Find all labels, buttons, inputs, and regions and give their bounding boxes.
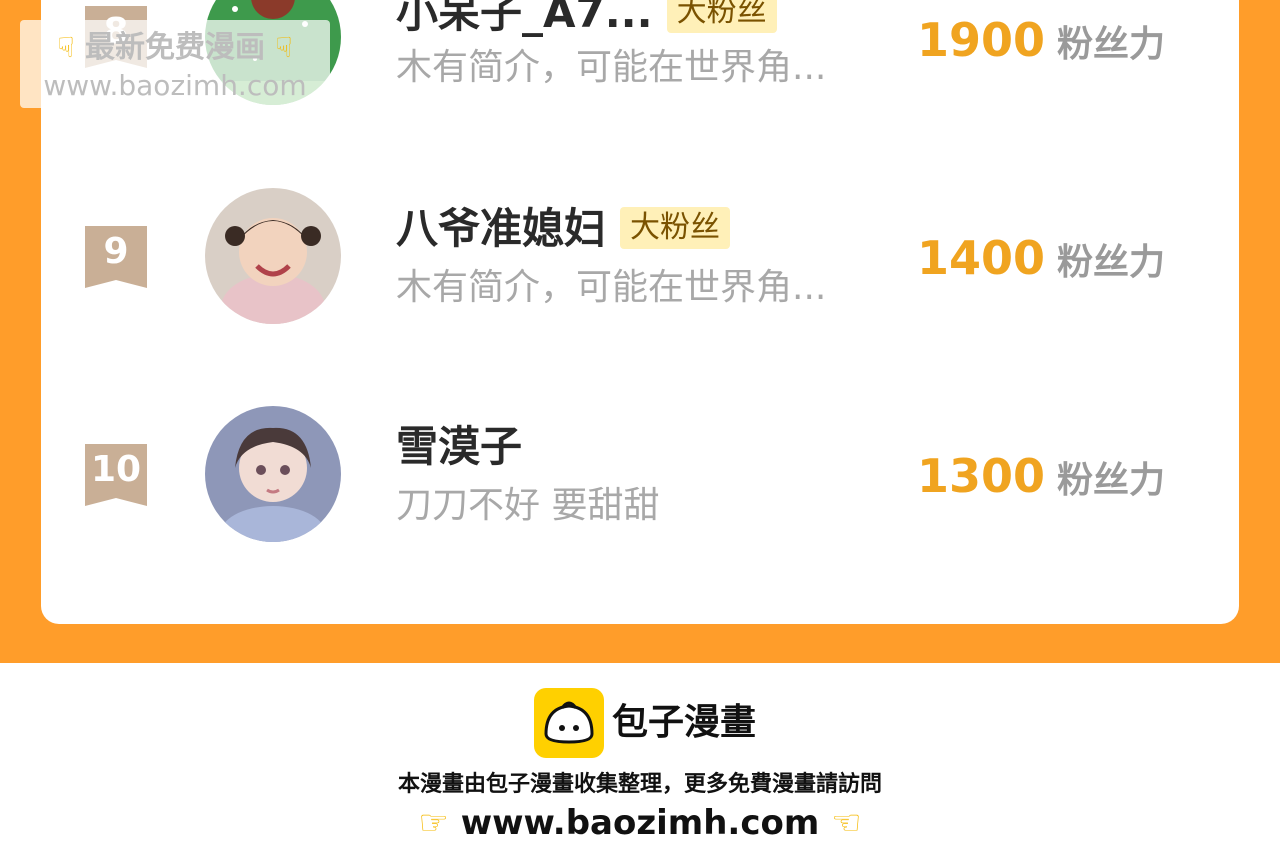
footer-text: 本漫畫由包子漫畫收集整理，更多免費漫畫請訪問 — [397, 772, 882, 797]
watermark-line2: www.baozimh.com — [43, 69, 307, 102]
fan-row[interactable]: 10 雪漠子 刀刀不好 要甜甜 1300 粉丝力 — [41, 400, 1239, 550]
power-unit: 粉丝力 — [1057, 242, 1166, 283]
fan-name-text: 小呆子_A7... — [396, 0, 653, 37]
footer-link[interactable]: ☞ www.baozimh.com ☜ — [0, 800, 1280, 846]
fan-name: 八爷准媳妇 大粉丝 — [396, 204, 731, 254]
power-unit: 粉丝力 — [1057, 24, 1166, 65]
pointing-hand-icon: ☟ — [57, 31, 75, 64]
power-value: 1400 — [917, 231, 1046, 285]
fan-bio: 刀刀不好 要甜甜 — [396, 485, 660, 526]
fan-badge: 大粉丝 — [620, 206, 731, 249]
fan-row[interactable]: 9 八爷准媳妇 大粉丝 木有简介，可能在世界角... 1400 粉丝力 — [41, 182, 1239, 332]
rank-number: 10 — [90, 449, 142, 490]
fan-bio: 木有简介，可能在世界角... — [396, 267, 827, 308]
fan-name: 小呆子_A7... 大粉丝 — [396, 0, 777, 38]
fan-badge: 大粉丝 — [666, 0, 777, 33]
child-photo-avatar-icon — [205, 188, 341, 324]
footer-url[interactable]: www.baozimh.com — [461, 803, 820, 843]
watermark: ☟ 最新免费漫画 ☟ www.baozimh.com — [20, 20, 330, 108]
rank-ribbon: 9 — [85, 226, 147, 288]
brand-name: 包子漫畫 — [612, 702, 757, 743]
fan-name: 雪漠子 — [396, 422, 522, 472]
fan-power: 1900 粉丝力 — [917, 12, 1165, 79]
fan-name-text: 八爷准媳妇 — [396, 204, 607, 253]
fan-name-text: 雪漠子 — [396, 422, 523, 471]
pointing-hand-icon: ☜ — [831, 803, 862, 843]
avatar[interactable] — [205, 406, 341, 542]
avatar[interactable] — [205, 188, 341, 324]
rank-number: 9 — [103, 231, 129, 272]
power-unit: 粉丝力 — [1057, 460, 1166, 501]
power-value: 1300 — [917, 449, 1046, 503]
fan-bio: 木有简介，可能在世界角... — [396, 47, 827, 88]
rank-ribbon: 10 — [85, 444, 147, 506]
pointing-hand-icon: ☞ — [418, 803, 449, 843]
pointing-hand-icon: ☟ — [275, 31, 293, 64]
fan-power: 1400 粉丝力 — [917, 230, 1165, 297]
watermark-title: ☟ 最新免费漫画 ☟ — [20, 26, 330, 70]
fan-power: 1300 粉丝力 — [917, 448, 1165, 515]
power-value: 1900 — [917, 13, 1046, 67]
baozi-logo-icon — [534, 688, 604, 758]
anime-girl-avatar-icon — [205, 406, 341, 542]
watermark-line1: 最新免费漫画 — [85, 30, 265, 65]
